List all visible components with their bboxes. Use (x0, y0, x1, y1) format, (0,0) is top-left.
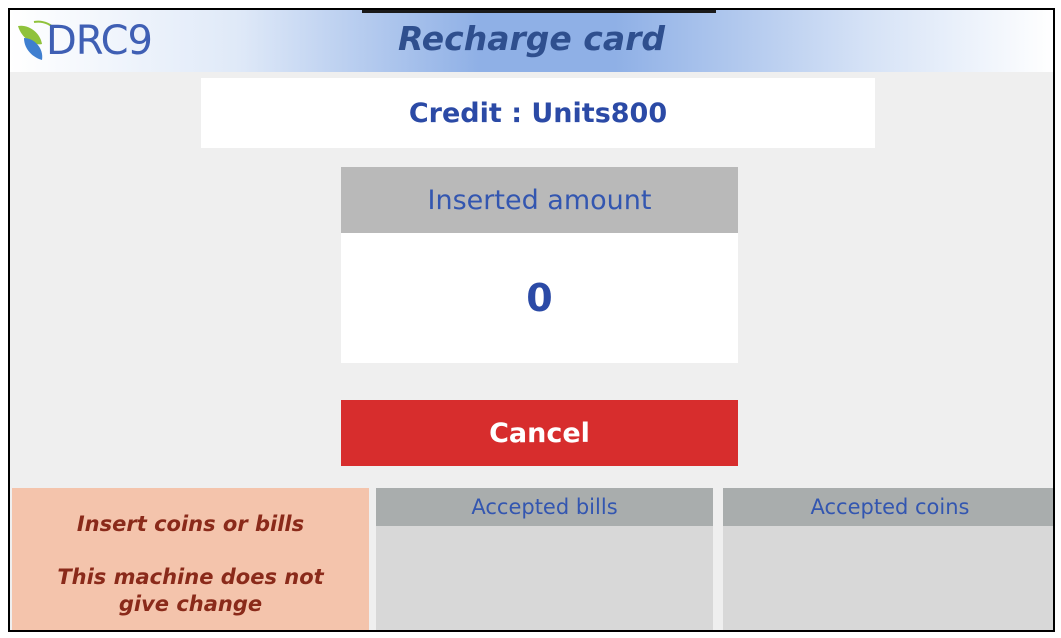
credit-label: Credit : Units800 (408, 97, 668, 129)
accepted-bills-panel: Accepted bills (376, 488, 713, 630)
header-bar: DRC9 Recharge card (10, 10, 1053, 72)
header-divider (362, 10, 716, 13)
inserted-amount-display: 0 (341, 233, 738, 363)
cancel-button[interactable]: Cancel (341, 400, 738, 466)
no-change-warning: This machine does not give change (57, 565, 324, 616)
kiosk-screen: DRC9 Recharge card Credit : Units800 Ins… (8, 8, 1055, 632)
credit-display: Credit : Units800 (201, 78, 875, 148)
accepted-coins-label: Accepted coins (723, 488, 1053, 526)
page-title: Recharge card (398, 19, 665, 58)
inserted-amount-value: 0 (526, 276, 553, 320)
accepted-bills-label: Accepted bills (376, 488, 713, 526)
accepted-coins-panel: Accepted coins (723, 488, 1053, 630)
instructions-panel: Insert coins or bills This machine does … (12, 488, 369, 630)
inserted-amount-label: Inserted amount (341, 167, 738, 233)
insert-instruction: Insert coins or bills (76, 512, 305, 536)
